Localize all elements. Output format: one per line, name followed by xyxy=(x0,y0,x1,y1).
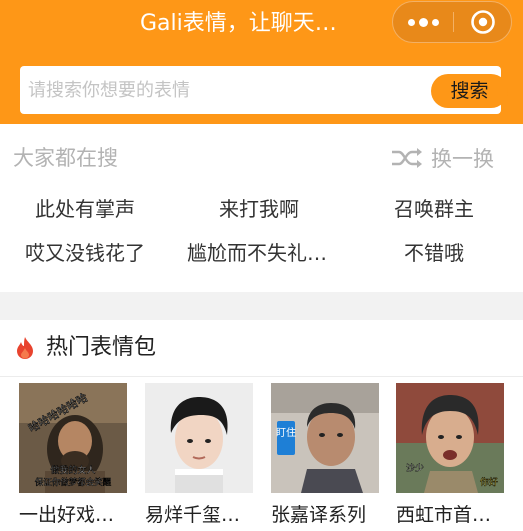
more-dots-icon[interactable] xyxy=(393,2,453,42)
sticker-caption: 盯住 xyxy=(276,426,296,439)
hot-keyword[interactable]: 尴尬而不失礼… xyxy=(187,239,327,267)
hot-packs-title: 热门表情包 xyxy=(46,335,157,360)
hot-search-title: 大家都在搜 xyxy=(13,146,118,170)
hot-keyword[interactable]: 不错哦 xyxy=(404,239,464,267)
search-button[interactable]: 搜索 xyxy=(431,74,508,108)
page-title: Gali表情，让聊天… xyxy=(140,11,337,36)
sticker-thumbnail: 沙少 你好 xyxy=(396,383,504,493)
sticker-pack-label: 张嘉译系列 xyxy=(271,504,367,526)
sticker-thumbnail: 哈哈哈哈哈哈 做我的女人 保证你做梦都会笑醒 xyxy=(19,383,127,493)
mini-program-capsule xyxy=(392,1,512,43)
search-input[interactable] xyxy=(28,72,398,108)
sticker-caption: 保证你做梦都会笑醒 xyxy=(35,477,112,488)
hot-packs-header: 热门表情包 xyxy=(0,320,523,377)
hot-keyword[interactable]: 哎又没钱花了 xyxy=(25,239,145,267)
hot-packs-section: 热门表情包 哈哈哈哈哈哈 做我的女人 保证你做梦都会笑醒 一出好戏… 易烊千玺…… xyxy=(0,320,523,531)
hot-keyword[interactable]: 召唤群主 xyxy=(394,195,474,223)
target-close-icon[interactable] xyxy=(454,2,512,42)
hot-search-panel: 大家都在搜 换一换 此处有掌声 来打我啊 召唤群主 哎又没钱花了 尴尬而不失礼…… xyxy=(0,124,523,292)
refresh-label: 换一换 xyxy=(431,147,494,171)
sticker-caption: 沙少 xyxy=(406,463,424,474)
shuffle-icon xyxy=(391,147,423,169)
sticker-pack-label: 一出好戏… xyxy=(19,504,115,526)
flame-icon xyxy=(15,336,35,364)
sticker-pack-label: 西虹市首… xyxy=(396,504,492,526)
hot-keyword[interactable]: 来打我啊 xyxy=(219,195,299,223)
sticker-caption: 做我的女人 xyxy=(50,464,95,476)
sticker-pack-label: 易烊千玺… xyxy=(145,504,241,526)
sticker-caption: 你好 xyxy=(480,476,498,488)
sticker-thumbnail xyxy=(145,383,253,493)
hot-keyword[interactable]: 此处有掌声 xyxy=(35,195,135,223)
refresh-button[interactable]: 换一换 xyxy=(391,144,494,172)
sticker-thumbnail: 盯住 xyxy=(271,383,379,493)
search-bar: 搜索 xyxy=(20,66,508,114)
